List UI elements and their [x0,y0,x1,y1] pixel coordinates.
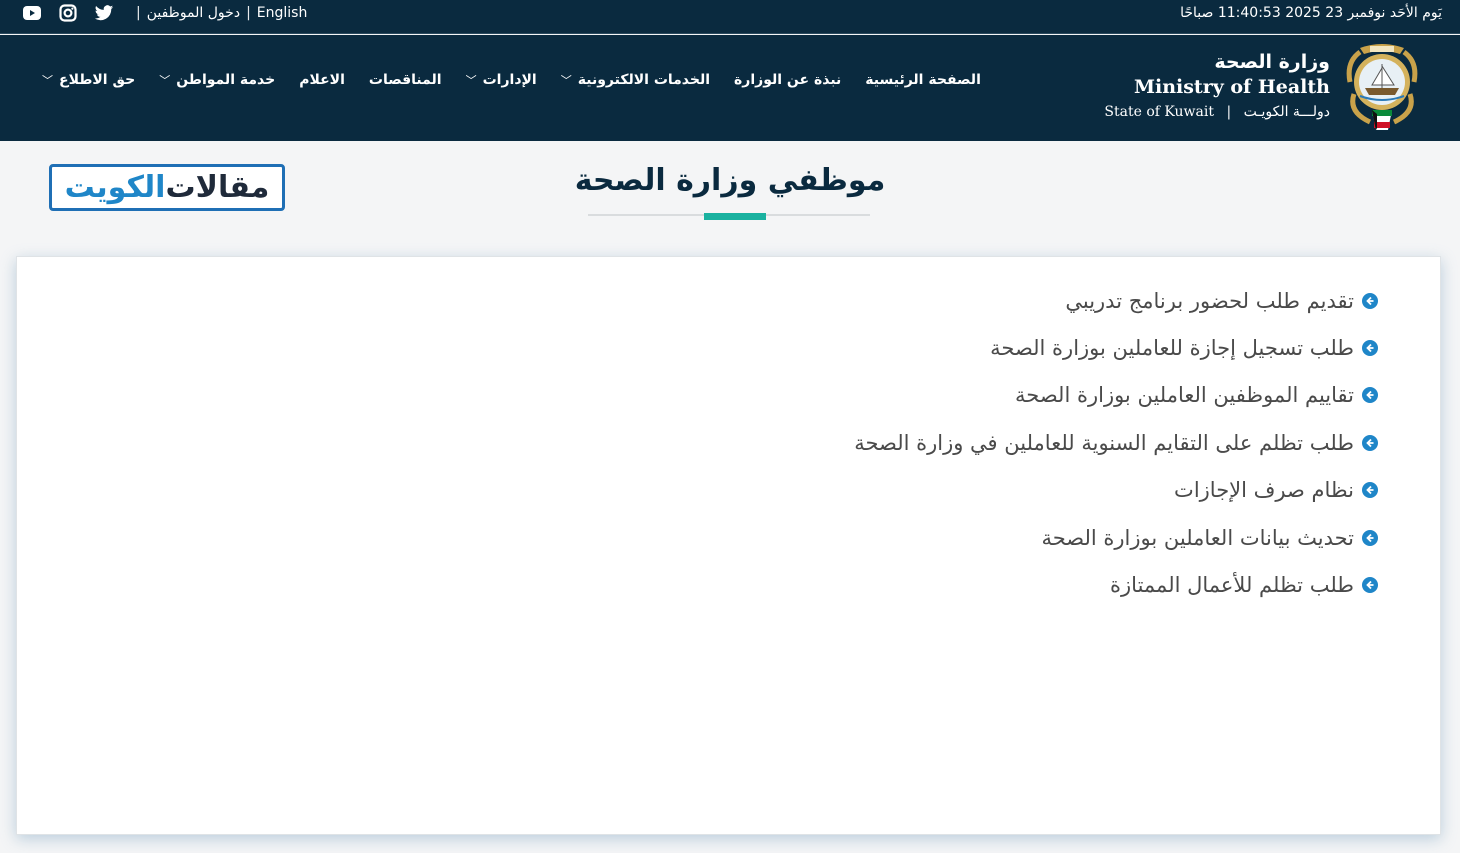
state-separator: | [1226,104,1232,120]
nav-item-right-to-know[interactable]: حق الاطلاع ﹀ [30,72,147,88]
service-link-excellent-work-appeal[interactable]: طلب تظلم للأعمال الممتازة [854,561,1378,608]
separator: | [136,5,141,21]
nav-item-tenders[interactable]: المناقصات [357,72,454,88]
nav-label: خدمة المواطن [176,72,276,88]
main-nav: حق الاطلاع ﹀ خدمة المواطن ﹀ الاعلام المناق… [30,35,1020,125]
service-link-text: تقاييم الموظفين العاملين بوزارة الصحة [1015,383,1354,408]
service-link-leave-payment-system[interactable]: نظام صرف الإجازات [854,467,1378,514]
chevron-down-icon: ﹀ [159,74,171,87]
nav-label: نبذة عن الوزارة [734,72,842,88]
nav-item-media[interactable]: الاعلام [287,72,357,88]
arrow-left-circle-icon [1362,340,1378,357]
brand-name-ar: وزارة الصحة [1214,51,1330,73]
service-link-text: نظام صرف الإجازات [1174,478,1354,503]
page-title: موظفي وزارة الصحة [574,163,886,198]
chevron-down-icon: ﹀ [465,74,477,87]
nav-item-e-services[interactable]: الخدمات الالكترونية ﹀ [549,72,722,88]
service-link-text: طلب تظلم على التقايم السنوية للعاملين في… [854,430,1354,455]
nav-item-citizen-service[interactable]: خدمة المواطن ﹀ [147,72,287,88]
arrow-left-circle-icon [1362,434,1378,451]
separator: | [246,5,251,21]
youtube-icon[interactable] [22,3,42,23]
arrow-left-circle-icon [1362,482,1378,499]
service-link-leave-registration[interactable]: طلب تسجيل إجازة للعاملين بوزارة الصحة [854,324,1378,371]
arrow-left-circle-icon [1362,292,1378,309]
nav-label: الإدارات [482,72,537,88]
top-bar-left: | دخول الموظفين | English [22,3,307,23]
nav-label: الصفحة الرئيسية [865,72,981,88]
english-language-link[interactable]: English [257,5,308,21]
logo-part-2: الكويت [64,170,166,205]
chevron-down-icon: ﹀ [560,74,572,87]
nav-label: الخدمات الالكترونية [577,72,711,88]
top-bar: | دخول الموظفين | English يَوم الأحَد نو… [0,0,1460,34]
arrow-left-circle-icon [1362,529,1378,546]
service-link-text: تحديث بيانات العاملين بوزارة الصحة [1041,525,1354,550]
nav-item-home[interactable]: الصفحة الرئيسية [853,72,993,88]
services-card: تقديم طلب لحضور برنامج تدريبي طلب تسجيل … [16,256,1441,835]
kuwait-emblem-icon [1346,44,1418,130]
staff-login-link[interactable]: دخول الموظفين [147,5,240,21]
services-list: تقديم طلب لحضور برنامج تدريبي طلب تسجيل … [854,277,1378,609]
instagram-icon[interactable] [58,3,78,23]
service-link-text: طلب تظلم للأعمال الممتازة [1110,573,1354,598]
logo-part-1: مقالات [165,170,270,205]
title-accent-bar [704,213,766,220]
service-link-evaluation-appeal[interactable]: طلب تظلم على التقايم السنوية للعاملين في… [854,419,1378,466]
nav-label: الاعلام [299,72,345,88]
service-link-text: تقديم طلب لحضور برنامج تدريبي [1065,288,1354,313]
state-name-ar: دولـــة الكويـت [1243,104,1330,120]
state-name-en: State of Kuwait [1104,104,1214,120]
arrow-left-circle-icon [1362,577,1378,594]
kuwait-articles-logo[interactable]: مقالات الكويت [49,164,285,211]
twitter-icon[interactable] [94,3,114,23]
brand-state: State of Kuwait | دولـــة الكويـت [1104,99,1330,125]
service-link-update-employee-data[interactable]: تحديث بيانات العاملين بوزارة الصحة [854,514,1378,561]
main-header: وزارة الصحة Ministry of Health State of … [0,35,1460,141]
nav-item-about[interactable]: نبذة عن الوزارة [722,72,853,88]
chevron-down-icon: ﹀ [42,74,53,87]
ministry-brand[interactable]: وزارة الصحة Ministry of Health State of … [1104,39,1424,135]
nav-label: حق الاطلاع [59,72,136,88]
arrow-left-circle-icon [1362,387,1378,404]
service-link-training-request[interactable]: تقديم طلب لحضور برنامج تدريبي [854,277,1378,324]
service-link-text: طلب تسجيل إجازة للعاملين بوزارة الصحة [990,336,1354,361]
brand-text: وزارة الصحة Ministry of Health State of … [1104,49,1330,125]
nav-item-departments[interactable]: الإدارات ﹀ [454,72,549,88]
brand-name-en: Ministry of Health [1133,76,1330,98]
current-datetime: يَوم الأحَد نوفمبر 23 2025 11:40:53 صباح… [1180,5,1442,21]
service-link-employee-evaluations[interactable]: تقاييم الموظفين العاملين بوزارة الصحة [854,372,1378,419]
nav-label: المناقصات [368,72,442,88]
